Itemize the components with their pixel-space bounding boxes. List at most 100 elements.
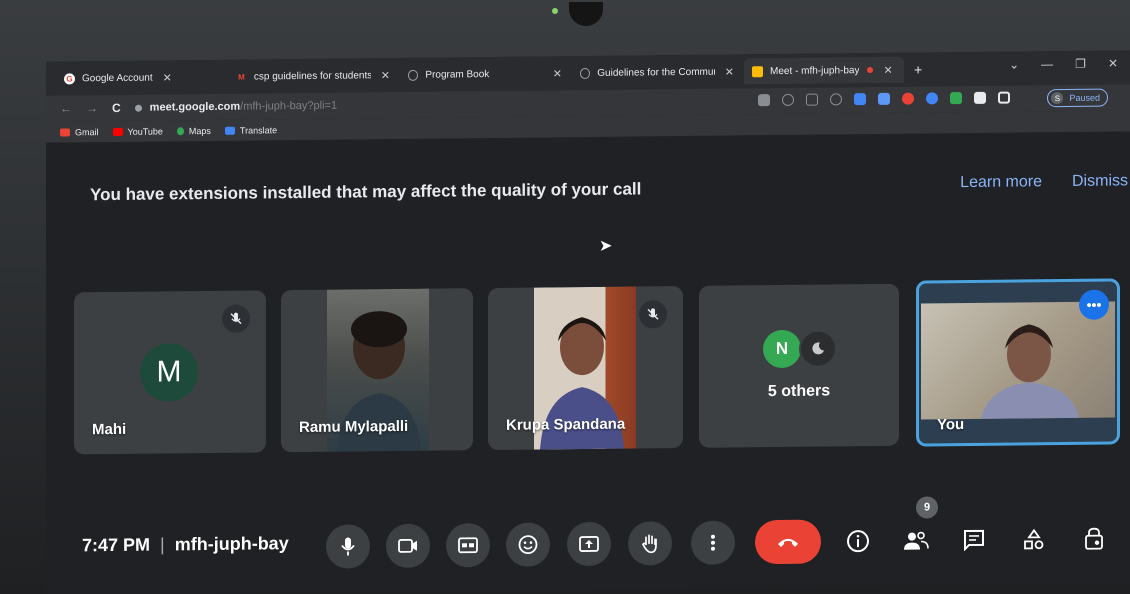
url-host: meet.google.com: [149, 100, 241, 114]
participant-name: You: [937, 416, 965, 434]
browser-window: G Google Account ✕ M csp guidelines for …: [46, 50, 1130, 594]
minimize-icon[interactable]: —: [1041, 57, 1053, 71]
participant-name: Mahi: [92, 420, 127, 439]
learn-more-link[interactable]: Learn more: [960, 173, 1042, 192]
url-field[interactable]: meet.google.com /mfh-juph-bay?pli=1: [134, 100, 337, 114]
self-video: [921, 301, 1115, 420]
share-icon[interactable]: [806, 93, 818, 106]
meet-icon: [752, 65, 763, 77]
more-options-button[interactable]: •••: [1079, 289, 1109, 320]
close-icon[interactable]: ✕: [725, 65, 734, 78]
side-panel-icon[interactable]: [998, 91, 1010, 104]
close-icon[interactable]: ✕: [381, 69, 390, 82]
extension-icon[interactable]: [926, 92, 938, 105]
separator: |: [160, 534, 165, 555]
shapes-icon: [1024, 528, 1044, 550]
reload-icon[interactable]: C: [112, 101, 121, 115]
camera-indicator-icon[interactable]: [758, 94, 770, 107]
lock-person-icon: [1085, 527, 1103, 550]
present-screen-icon: [579, 536, 599, 552]
bookmark-youtube[interactable]: YouTube: [112, 125, 163, 137]
forward-icon[interactable]: →: [86, 101, 98, 115]
window-close-icon[interactable]: ✕: [1108, 56, 1118, 70]
microphone-icon: [341, 537, 355, 556]
mic-off-icon: [222, 304, 250, 333]
tab-google-account[interactable]: G Google Account ✕: [56, 64, 226, 92]
more-options-button[interactable]: [691, 520, 735, 565]
window-controls: ⌄ — ❐ ✕: [1009, 56, 1118, 71]
back-icon[interactable]: ←: [60, 101, 72, 115]
profile-avatar: S: [1051, 92, 1064, 105]
present-button[interactable]: [567, 521, 611, 567]
tab-guidelines-community[interactable]: Guidelines for the Commun ✕: [572, 58, 742, 86]
tab-csp-guidelines[interactable]: M csp guidelines for students ✕: [228, 62, 398, 90]
bookmark-label: Gmail: [75, 126, 99, 137]
google-icon: G: [64, 72, 75, 84]
captions-icon: [458, 537, 478, 554]
tab-search-icon[interactable]: ⌄: [1009, 57, 1019, 71]
camera-led: [552, 8, 558, 14]
check-icon[interactable]: [950, 92, 962, 105]
gmail-icon: M: [238, 72, 245, 82]
bookmark-gmail[interactable]: Gmail: [60, 127, 99, 137]
others-count: 5 others: [767, 382, 831, 401]
participant-tile-others[interactable]: N 5 others: [699, 283, 899, 448]
profile-status: Paused: [1069, 92, 1100, 103]
restore-icon[interactable]: ❐: [1075, 57, 1086, 71]
tab-program-book[interactable]: Program Book ✕: [400, 60, 570, 88]
youtube-icon: [112, 127, 123, 136]
recording-dot-icon: [867, 67, 874, 74]
reactions-button[interactable]: [506, 522, 550, 567]
extension-icon[interactable]: [854, 93, 866, 106]
close-icon[interactable]: ✕: [163, 71, 172, 84]
extension-icon[interactable]: [902, 92, 914, 105]
profile-button[interactable]: S Paused: [1047, 88, 1108, 108]
banner-message: You have extensions installed that may a…: [90, 179, 642, 205]
bookmark-maps[interactable]: Maps: [176, 125, 211, 136]
participant-tile-ramu[interactable]: Ramu Mylapalli: [281, 288, 473, 453]
tab-title: Google Account: [82, 72, 153, 84]
bookmark-star-icon[interactable]: [830, 93, 842, 106]
close-icon[interactable]: ✕: [553, 67, 562, 80]
info-icon: [847, 530, 869, 553]
translate-icon: [224, 126, 235, 135]
emoji-icon: [518, 535, 538, 555]
participant-name: Krupa Spandana: [506, 415, 626, 434]
extension-icon[interactable]: [878, 92, 890, 105]
dismiss-button[interactable]: Dismiss: [1072, 172, 1128, 191]
new-tab-button[interactable]: +: [914, 62, 922, 78]
close-icon[interactable]: ✕: [883, 63, 892, 76]
microphone-button[interactable]: [326, 524, 370, 569]
lock-icon: [134, 104, 142, 112]
raise-hand-button[interactable]: [628, 521, 672, 566]
participant-tile-self[interactable]: ••• You: [916, 278, 1120, 447]
participant-count-badge: 9: [916, 496, 938, 519]
camera-button[interactable]: [386, 523, 430, 569]
leave-call-button[interactable]: [755, 519, 821, 565]
gmail-icon: [60, 127, 70, 137]
bookmark-label: Translate: [239, 124, 278, 136]
meeting-time: 7:47 PM: [82, 534, 151, 556]
extension-icons: [758, 91, 1010, 107]
avatar: [799, 329, 837, 368]
hand-icon: [642, 534, 657, 554]
captions-button[interactable]: [446, 523, 490, 568]
meeting-details-button[interactable]: [844, 527, 872, 555]
bookmark-label: YouTube: [127, 125, 163, 137]
bookmark-translate[interactable]: Translate: [224, 124, 278, 136]
globe-icon: [408, 69, 419, 81]
zoom-icon[interactable]: [782, 93, 794, 106]
host-controls-button[interactable]: [1080, 525, 1108, 553]
puzzle-icon[interactable]: [974, 91, 986, 104]
participant-tile-krupa[interactable]: Krupa Spandana: [488, 286, 683, 451]
people-button[interactable]: [902, 526, 930, 554]
tab-meet[interactable]: Meet - mfh-juph-bay ✕: [744, 56, 904, 85]
participant-tile-mahi[interactable]: M Mahi: [74, 290, 266, 455]
maps-icon: [176, 126, 184, 135]
chat-button[interactable]: [960, 526, 988, 554]
activities-button[interactable]: [1020, 525, 1048, 553]
mouse-cursor-icon: ➤: [599, 237, 613, 255]
tab-title: Meet - mfh-juph-bay: [770, 64, 860, 77]
meeting-controls-bar: 7:47 PM | mfh-juph-bay 9: [46, 496, 1130, 577]
banner-actions: Learn more Dismiss: [960, 172, 1128, 192]
